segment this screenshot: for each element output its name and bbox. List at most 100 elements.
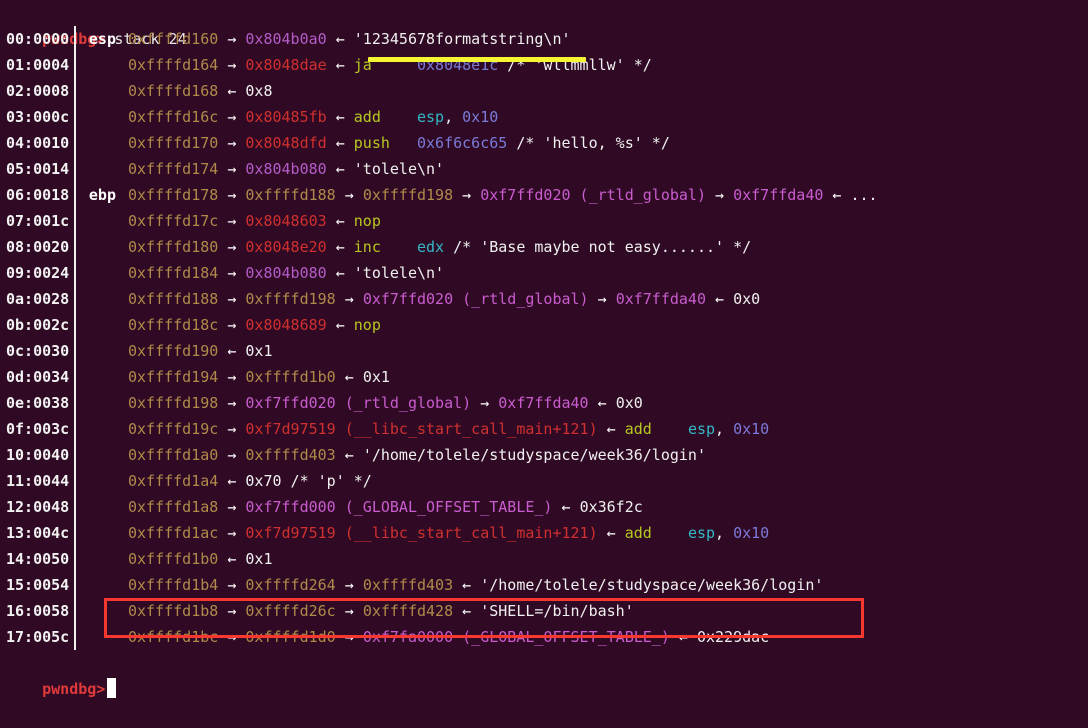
token: 0x1	[362, 368, 390, 386]
token: ←	[218, 550, 246, 568]
token: add	[624, 420, 652, 438]
token: →	[218, 238, 246, 256]
token: ←	[326, 30, 354, 48]
token: 0xf7ffda40	[615, 290, 706, 308]
stack-row: 02:0008 0xffffd168 ← 0x8	[0, 78, 1088, 104]
token: 0xffffd26c	[245, 602, 336, 620]
pwndbg-prompt-bottom: pwndbg>	[42, 680, 106, 698]
token: 0x8048dae	[245, 56, 327, 74]
token: 0x8048e1c	[417, 56, 499, 74]
token: 0xffffd198	[128, 394, 219, 412]
token: 0x10	[733, 524, 770, 542]
token: (__libc_start_call_main+121)	[335, 420, 598, 438]
token: add	[624, 524, 652, 542]
token: '12345678formatstring\n'	[353, 30, 571, 48]
token: 0x8048603	[245, 212, 327, 230]
token: 0x1	[245, 550, 273, 568]
token: 0xffffd1b4	[128, 576, 219, 594]
token: 0x8048e20	[245, 238, 327, 256]
token: esp	[687, 420, 716, 438]
stack-row-offset: 14:0050	[6, 550, 70, 568]
stack-row-offset: 09:0024	[6, 264, 70, 282]
token: nop	[353, 316, 381, 334]
token: →	[706, 186, 734, 204]
stack-row: 00:0000 esp 0xffffd160 → 0x804b0a0 ← '1234…	[0, 26, 1088, 52]
token: →	[218, 524, 246, 542]
stack-row: 13:004c 0xffffd1ac → 0xf7d97519 (__libc_s…	[0, 520, 1088, 546]
column-separator	[74, 390, 76, 416]
token: ←	[218, 82, 246, 100]
token: 0xf7fa0000	[362, 628, 454, 646]
token: 0xf7ffd020	[480, 186, 571, 204]
token: →	[218, 30, 246, 48]
stack-row-content: 0xffffd19c → 0xf7d97519 (__libc_start_ca…	[122, 416, 769, 442]
token: →	[218, 420, 246, 438]
token: 0xffffd428	[362, 602, 454, 620]
column-separator	[74, 598, 76, 624]
token: ,	[715, 420, 734, 438]
token: 0xf7ffd000	[245, 498, 336, 516]
token: →	[335, 186, 363, 204]
token: ←	[597, 524, 625, 542]
token: ←	[453, 602, 481, 620]
token: ,	[444, 108, 463, 126]
token: ←	[706, 290, 734, 308]
token: (_rtld_global)	[453, 290, 589, 308]
token: ←	[326, 264, 354, 282]
stack-row-content: 0xffffd18c → 0x8048689 ← nop	[122, 312, 381, 338]
token: 0xffffd403	[245, 446, 336, 464]
stack-row-content: 0xffffd180 → 0x8048e20 ← inc edx /* 'Bas…	[122, 234, 751, 260]
stack-row-offset: 12:0048	[6, 498, 70, 516]
token: 0x70 /* 'p' */	[245, 472, 372, 490]
column-separator	[74, 624, 76, 650]
stack-row-offset: 0c:0030	[6, 342, 70, 360]
token: ←	[326, 316, 354, 334]
token: ←	[823, 186, 851, 204]
token: ←	[597, 420, 625, 438]
stack-row-offset: 01:0004	[6, 56, 70, 74]
stack-row-offset: 16:0058	[6, 602, 70, 620]
token: →	[218, 576, 246, 594]
token: ,	[715, 524, 734, 542]
token: 0xffffd17c	[128, 212, 219, 230]
column-separator	[74, 78, 76, 104]
token: esp	[417, 108, 445, 126]
token: (_rtld_global)	[570, 186, 706, 204]
token: 0xffffd180	[128, 238, 219, 256]
column-separator	[74, 260, 76, 286]
token: 0xffffd174	[128, 160, 219, 178]
stack-row-offset: 00:0000	[6, 30, 70, 48]
stack-row: 10:0040 0xffffd1a0 → 0xffffd403 ← '/home/…	[0, 442, 1088, 468]
token: 0xf7ffda40	[498, 394, 589, 412]
token: →	[218, 264, 246, 282]
token: →	[335, 576, 363, 594]
token: 0xffffd184	[128, 264, 219, 282]
token: 0xf7ffd020	[362, 290, 454, 308]
token: →	[218, 212, 246, 230]
token: →	[218, 316, 246, 334]
token: 0x1	[245, 342, 273, 360]
bottom-command-line[interactable]: pwndbg>	[0, 650, 1088, 698]
token: 0xffffd1a8	[128, 498, 219, 516]
stack-row-content: 0xffffd1a4 ← 0x70 /* 'p' */	[122, 468, 372, 494]
stack-row: 14:0050 0xffffd1b0 ← 0x1	[0, 546, 1088, 572]
stack-row-offset: 0d:0034	[6, 368, 70, 386]
token: ←	[326, 160, 354, 178]
terminal-window[interactable]: pwndbg> stack 24 00:0000 esp 0xffffd160 → …	[0, 0, 1088, 698]
token: 0xffffd178	[128, 186, 219, 204]
stack-row-content: 0xffffd1b0 ← 0x1	[122, 546, 273, 572]
token: →	[588, 290, 616, 308]
stack-row: 0d:0034 0xffffd194 → 0xffffd1b0 ← 0x1	[0, 364, 1088, 390]
token: 'tolele\n'	[353, 264, 445, 282]
token: ←	[335, 446, 363, 464]
stack-row-content: 0xffffd1b4 → 0xffffd264 → 0xffffd403 ← '…	[122, 572, 823, 598]
token: esp	[687, 524, 716, 542]
token: 0xffffd188	[128, 290, 219, 308]
stack-row: 08:0020 0xffffd180 → 0x8048e20 ← inc edx …	[0, 234, 1088, 260]
stack-row-content: 0xffffd190 ← 0x1	[122, 338, 273, 364]
stack-row-content: 0xffffd164 → 0x8048dae ← ja 0x8048e1c /*…	[122, 52, 652, 78]
stack-row: 07:001c 0xffffd17c → 0x8048603 ← nop	[0, 208, 1088, 234]
token: 0xf7ffd020	[245, 394, 336, 412]
token: '/home/tolele/studyspace/week36/login'	[362, 446, 706, 464]
